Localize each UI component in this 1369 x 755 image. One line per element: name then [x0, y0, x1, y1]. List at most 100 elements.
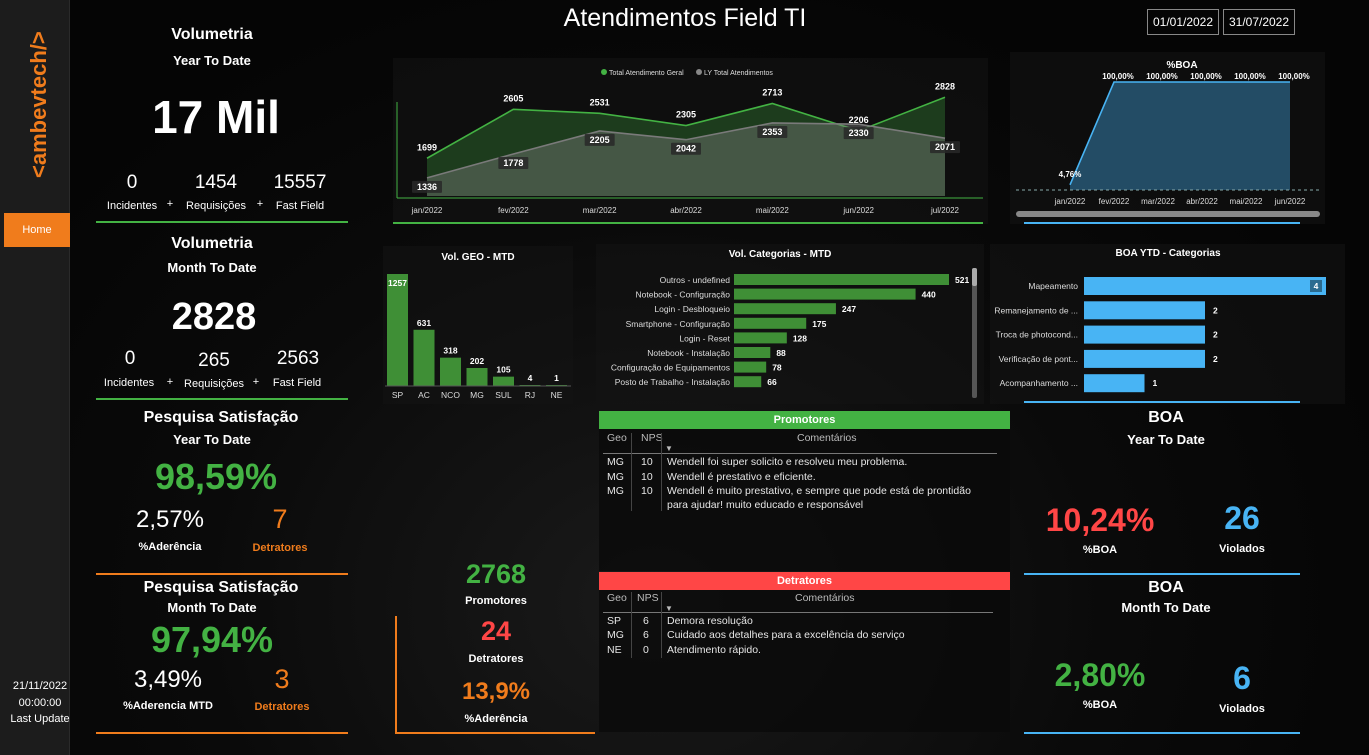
col-nps-header[interactable]: NPS — [637, 592, 659, 604]
data-label: 318 — [443, 346, 457, 356]
data-label: 631 — [417, 318, 431, 328]
promotores-table: Promotores Geo NPS Comentários ▼ MG 10 W… — [599, 411, 1010, 571]
fastfield-value: 15557 — [273, 172, 327, 193]
data-label: 2205 — [590, 135, 610, 145]
x-tick-label: jan/2022 — [411, 206, 443, 215]
x-tick-label: NE — [551, 390, 563, 400]
x-tick-label: AC — [418, 390, 430, 400]
header-divider — [603, 453, 997, 454]
x-tick-label: MG — [470, 390, 484, 400]
col-nps-header[interactable]: NPS — [641, 432, 663, 444]
x-tick-label: NCO — [441, 390, 460, 400]
data-label: 2713 — [762, 87, 782, 97]
data-label: 1257 — [388, 278, 407, 288]
x-tick-label: fev/2022 — [1099, 197, 1130, 206]
legend-marker — [601, 69, 607, 75]
boa-categorias-chart[interactable]: BOA YTD - Categorias Mapeamento 4 Remanejam… — [990, 244, 1345, 404]
divider — [1024, 573, 1300, 575]
comment-cell: Atendimento rápido. — [667, 644, 761, 656]
nps-cell: 6 — [643, 629, 649, 641]
card-title: Pesquisa Satisfação — [143, 409, 299, 426]
data-label: 1336 — [417, 182, 437, 192]
col-divider — [631, 433, 632, 511]
data-label: 440 — [922, 290, 936, 300]
y-tick-label: Configuração de Equipamentos — [611, 363, 730, 373]
x-tick-label: fev/2022 — [498, 206, 529, 215]
card-subtitle: Month To Date — [167, 600, 257, 615]
last-update-time: 00:00:00 — [18, 697, 62, 709]
card-title: Volumetria — [171, 26, 253, 43]
data-label: 100,00% — [1278, 72, 1310, 81]
x-tick-label: SUL — [495, 390, 512, 400]
data-label: 88 — [776, 348, 786, 358]
data-label: 2330 — [849, 128, 869, 138]
divider — [393, 222, 983, 224]
bar — [493, 376, 514, 386]
divider — [96, 732, 348, 734]
y-tick-label: Smartphone - Configuração — [626, 319, 731, 329]
monthly-area-chart[interactable]: Total Atendimento Geral LY Total Atendime… — [393, 58, 988, 224]
horizontal-scrollbar — [1016, 211, 1320, 217]
data-label: 2206 — [849, 115, 869, 125]
data-label: 128 — [793, 333, 807, 343]
card-title: Volumetria — [171, 235, 253, 252]
data-label: 202 — [470, 356, 484, 366]
volumetria-mtd-value: 2828 — [171, 296, 257, 338]
data-label: 4 — [528, 373, 533, 383]
home-button[interactable]: Home — [4, 213, 70, 247]
boa-mtd-value: 2,80% — [1054, 657, 1146, 693]
x-tick-label: SP — [392, 390, 404, 400]
bar — [734, 317, 807, 329]
geo-cell: NE — [607, 644, 622, 656]
x-tick-label: jun/2022 — [1274, 197, 1306, 206]
divider — [1024, 222, 1300, 224]
bar — [440, 357, 461, 386]
data-label: 1 — [554, 373, 559, 383]
col-geo-header[interactable]: Geo — [607, 432, 627, 444]
x-tick-label: RJ — [525, 390, 535, 400]
aderencia-value: 2,57% — [135, 506, 205, 533]
chart-title: %BOA — [1166, 60, 1197, 71]
page-title: Atendimentos Field TI — [563, 4, 807, 32]
card-subtitle: Year To Date — [1127, 432, 1205, 447]
data-label: 2042 — [676, 144, 696, 154]
data-label: 1699 — [417, 142, 437, 152]
y-tick-label: Verificação de pont... — [999, 354, 1078, 364]
card-title: BOA — [1148, 409, 1184, 426]
data-label: 100,00% — [1234, 72, 1266, 81]
data-label: 521 — [955, 275, 969, 285]
chart-title: Vol. GEO - MTD — [441, 252, 514, 263]
promotores-label: Promotores — [465, 595, 527, 607]
geo-cell: SP — [607, 615, 622, 627]
sort-down-icon[interactable]: ▼ — [665, 444, 673, 453]
aderencia-label: %Aderência — [464, 713, 528, 725]
col-comentarios-header[interactable]: Comentários — [797, 432, 857, 444]
x-tick-label: abr/2022 — [1186, 197, 1218, 206]
vertical-scrollbar — [972, 268, 977, 398]
col-geo-header[interactable]: Geo — [607, 592, 627, 604]
incidentes-label: Incidentes — [106, 200, 158, 212]
geo-bar-chart[interactable]: Vol. GEO - MTD 1257 SP 631 AC 318 NCO 202 MG 105 S… — [383, 246, 573, 404]
x-tick-label: mai/2022 — [1230, 197, 1263, 206]
data-label: 2 — [1213, 354, 1218, 364]
logo-text: <ambevtech/> — [26, 31, 51, 178]
card-subtitle: Year To Date — [173, 432, 251, 447]
fastfield-label: Fast Field — [275, 200, 325, 212]
categorias-bar-chart[interactable]: Vol. Categorias - MTD Outros - undefined 5… — [596, 244, 984, 404]
col-comentarios-header[interactable]: Comentários — [795, 592, 855, 604]
promotores-table-title: Promotores — [599, 411, 1010, 429]
legend-label: Total Atendimento Geral — [609, 70, 684, 77]
date-end-filter[interactable]: 31/07/2022 — [1223, 9, 1295, 35]
boa-percent-chart[interactable]: %BOA 4,76% 100,00% 100,00% 100,00% 100,00% 100… — [1010, 52, 1325, 224]
col-divider — [661, 592, 662, 658]
date-start-filter[interactable]: 01/01/2022 — [1147, 9, 1219, 35]
chart-title: Vol. Categorias - MTD — [729, 249, 832, 260]
divider — [96, 221, 348, 223]
data-label: 4 — [1314, 281, 1319, 291]
requisicoes-label: Requisições — [184, 378, 244, 390]
data-label: 2605 — [503, 93, 523, 103]
data-label: 2828 — [935, 81, 955, 91]
data-label: 105 — [496, 365, 510, 375]
bar — [1084, 277, 1326, 295]
data-label: 1 — [1153, 378, 1158, 388]
